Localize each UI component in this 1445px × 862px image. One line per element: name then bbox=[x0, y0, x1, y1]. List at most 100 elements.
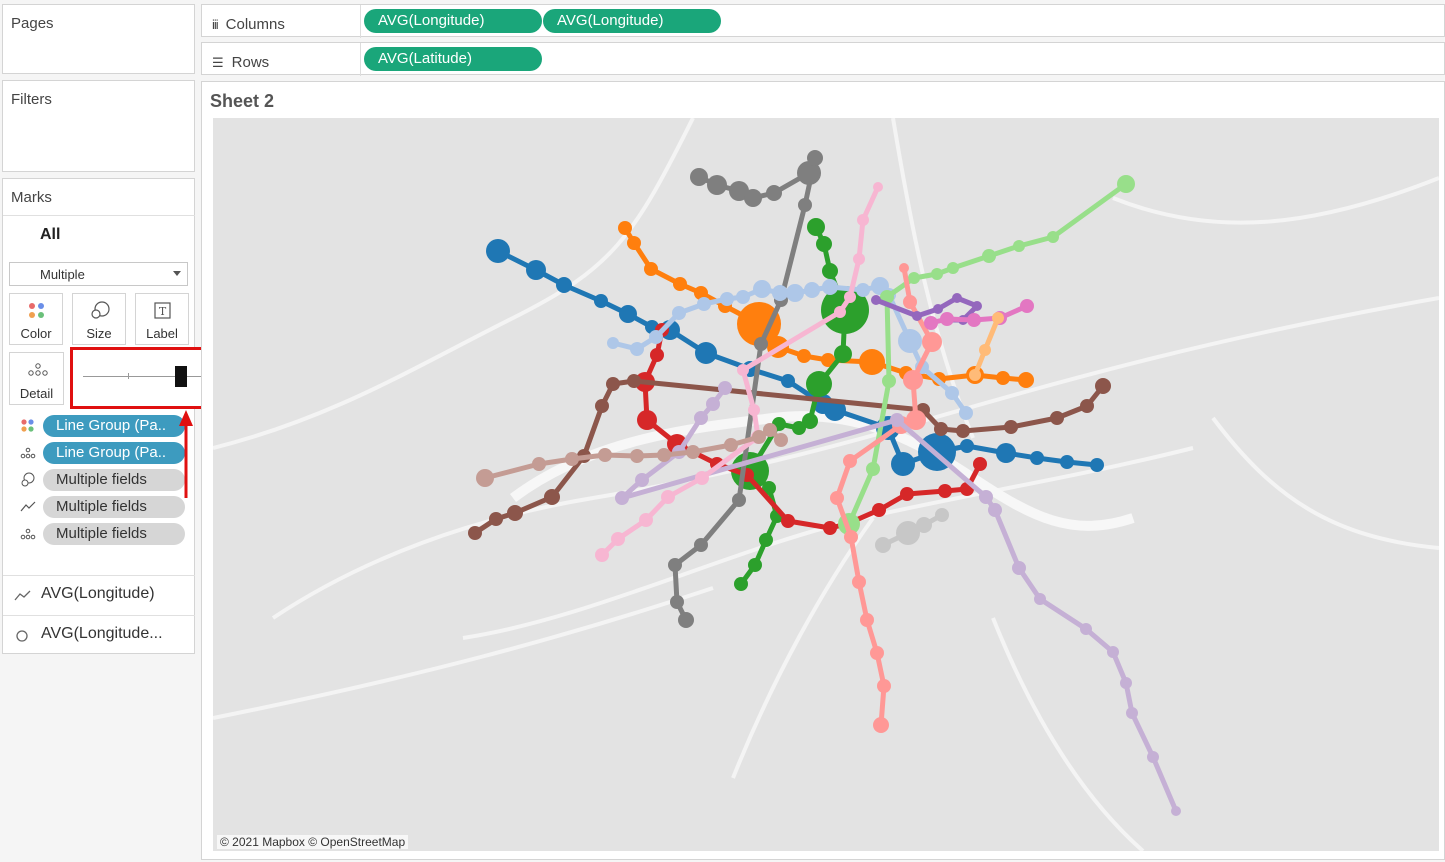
marks-field-pill[interactable]: Multiple fields bbox=[43, 523, 185, 545]
metro-station bbox=[890, 413, 904, 427]
metro-station bbox=[595, 399, 609, 413]
mark-type-dropdown[interactable]: Multiple bbox=[9, 262, 188, 286]
map-road bbox=[731, 516, 875, 779]
metro-station bbox=[774, 433, 788, 447]
metro-station bbox=[979, 490, 993, 504]
metro-station bbox=[830, 491, 844, 505]
metro-station bbox=[882, 374, 896, 388]
metro-map[interactable] bbox=[213, 118, 1439, 851]
size-icon bbox=[91, 301, 110, 319]
color-button[interactable]: Color bbox=[9, 293, 63, 345]
metro-station bbox=[899, 263, 909, 273]
metro-station bbox=[720, 292, 734, 306]
marks-field-row[interactable]: Line Group (Pa.. bbox=[3, 414, 195, 438]
marks-field-pill[interactable]: Line Group (Pa.. bbox=[43, 415, 185, 437]
size-button[interactable]: Size bbox=[72, 293, 126, 345]
columns-shelf[interactable]: iii Columns AVG(Longitude) AVG(Longitude… bbox=[201, 4, 1445, 38]
metro-station bbox=[644, 262, 658, 276]
metro-station bbox=[992, 312, 1004, 324]
metro-station bbox=[807, 150, 823, 166]
marks-title: Marks bbox=[11, 189, 52, 206]
marks-field-pill[interactable]: Multiple fields bbox=[43, 469, 185, 491]
metro-station bbox=[707, 175, 727, 195]
columns-pill-2[interactable]: AVG(Longitude) bbox=[543, 9, 721, 33]
map-canvas[interactable]: © 2021 Mapbox © OpenStreetMap bbox=[213, 118, 1439, 851]
metro-station bbox=[860, 613, 874, 627]
marks-field-row[interactable]: Line Group (Pa.. bbox=[3, 441, 195, 465]
metro-station bbox=[781, 374, 795, 388]
metro-station bbox=[859, 349, 885, 375]
metro-station bbox=[618, 221, 632, 235]
columns-icon: iii bbox=[212, 17, 219, 32]
metro-station bbox=[1047, 231, 1059, 243]
marks-field-row[interactable]: Multiple fields bbox=[3, 495, 195, 519]
metro-station bbox=[507, 505, 523, 521]
metro-station bbox=[834, 345, 852, 363]
layer-row-line[interactable]: AVG(Longitude) bbox=[3, 575, 195, 615]
map-road bbox=[213, 118, 695, 450]
marks-field-pill[interactable]: Multiple fields bbox=[43, 496, 185, 518]
detail-button[interactable]: Detail bbox=[9, 352, 64, 405]
layer-row-circle[interactable]: AVG(Longitude... bbox=[3, 615, 195, 655]
filters-card[interactable]: Filters bbox=[2, 80, 195, 172]
metro-station bbox=[736, 290, 750, 304]
marks-all-row[interactable]: All bbox=[3, 215, 195, 255]
metro-station bbox=[853, 253, 865, 265]
metro-station bbox=[857, 214, 869, 226]
columns-pill-1[interactable]: AVG(Longitude) bbox=[364, 9, 542, 33]
metro-station bbox=[759, 533, 773, 547]
detail-icon bbox=[28, 363, 48, 376]
marks-field-row[interactable]: Multiple fields bbox=[3, 522, 195, 546]
metro-station bbox=[967, 313, 981, 327]
metro-station bbox=[959, 406, 973, 420]
metro-station bbox=[686, 445, 700, 459]
metro-station bbox=[753, 280, 771, 298]
size-slider-handle[interactable] bbox=[175, 366, 187, 387]
metro-station bbox=[844, 291, 856, 303]
rows-shelf[interactable]: ☰ Rows AVG(Latitude) bbox=[201, 42, 1445, 76]
metro-station bbox=[816, 236, 832, 252]
metro-station bbox=[898, 329, 922, 353]
metro-station bbox=[797, 349, 811, 363]
metro-station bbox=[763, 423, 777, 437]
metro-station bbox=[706, 397, 720, 411]
metro-station bbox=[804, 282, 820, 298]
marks-field-pill[interactable]: Line Group (Pa.. bbox=[43, 442, 185, 464]
filters-title: Filters bbox=[11, 91, 52, 108]
rows-pill-1[interactable]: AVG(Latitude) bbox=[364, 47, 542, 71]
pages-card[interactable]: Pages bbox=[2, 4, 195, 74]
metro-station bbox=[871, 295, 881, 305]
metro-station bbox=[657, 448, 671, 462]
metro-station bbox=[544, 489, 560, 505]
pages-title: Pages bbox=[11, 15, 54, 32]
metro-station bbox=[598, 448, 612, 462]
metro-station bbox=[630, 449, 644, 463]
metro-station bbox=[822, 263, 838, 279]
metro-station bbox=[532, 457, 546, 471]
metro-station bbox=[807, 218, 825, 236]
metro-station bbox=[988, 503, 1002, 517]
metro-station bbox=[1013, 240, 1025, 252]
metro-station bbox=[649, 330, 663, 344]
map-river bbox=[510, 411, 1135, 531]
sheet-view: Sheet 2 © 2021 Mapbox © OpenStreetMap bbox=[201, 81, 1445, 860]
metro-station bbox=[866, 462, 880, 476]
size-label: Size bbox=[86, 326, 112, 341]
path-icon bbox=[20, 501, 36, 512]
metro-station bbox=[595, 548, 609, 562]
label-button[interactable]: T Label bbox=[135, 293, 189, 345]
color-label: Color bbox=[20, 326, 52, 341]
metro-station bbox=[690, 168, 708, 186]
metro-station bbox=[1095, 378, 1111, 394]
metro-station bbox=[772, 285, 788, 301]
metro-station bbox=[1004, 420, 1018, 434]
metro-station bbox=[1012, 561, 1026, 575]
metro-station bbox=[615, 491, 629, 505]
metro-station bbox=[556, 277, 572, 293]
color-icon bbox=[21, 419, 34, 432]
metro-station bbox=[973, 457, 987, 471]
marks-field-row[interactable]: Multiple fields bbox=[3, 468, 195, 492]
metro-station bbox=[1107, 646, 1119, 658]
map-road bbox=[1211, 416, 1439, 550]
metro-station bbox=[877, 679, 891, 693]
